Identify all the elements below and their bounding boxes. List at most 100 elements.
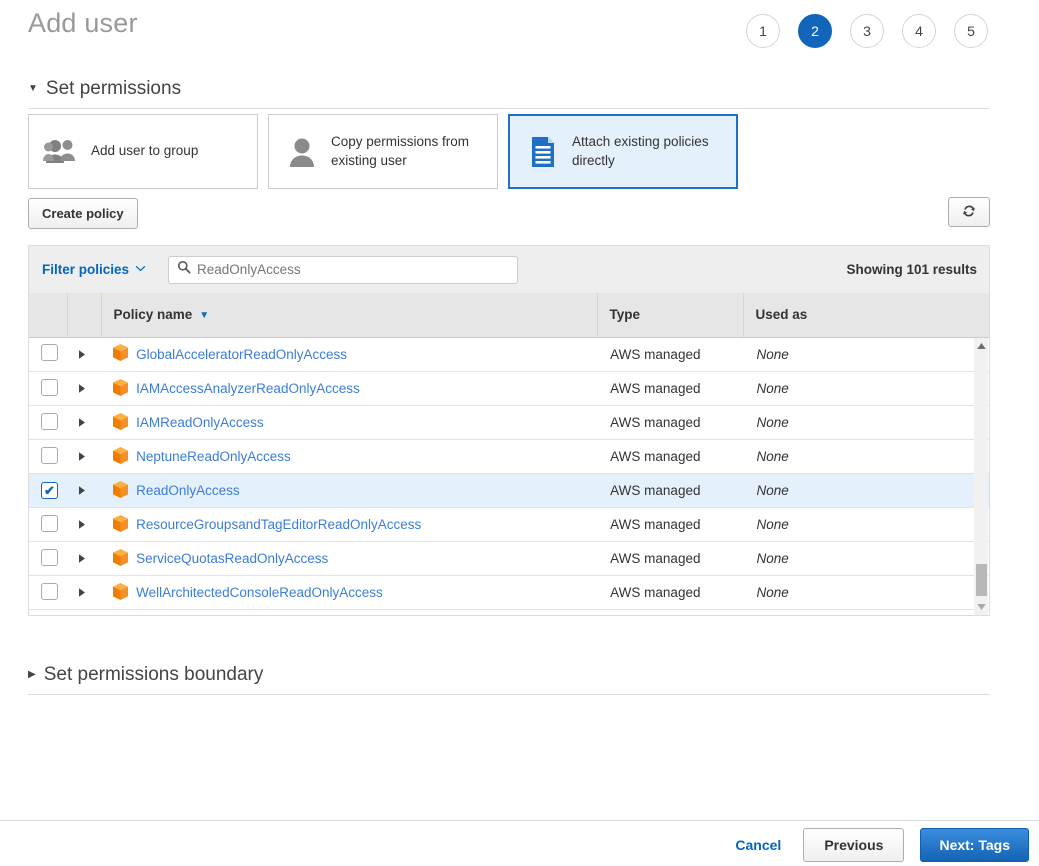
row-expand-cell[interactable] — [67, 337, 102, 372]
row-checkbox-cell[interactable] — [29, 337, 68, 372]
policies-table: Policy name ▼ Type Used as GlobalAccelera… — [28, 293, 990, 616]
row-type-cell: AWS managed — [598, 371, 745, 406]
set-permissions-section-header[interactable]: ▼ Set permissions — [28, 78, 990, 109]
chevron-right-icon[interactable] — [79, 588, 86, 600]
row-expand-cell[interactable] — [67, 439, 102, 474]
step-5[interactable]: 5 — [954, 14, 988, 48]
row-checkbox-cell[interactable] — [29, 371, 68, 406]
row-checkbox-cell[interactable] — [29, 575, 68, 610]
step-4[interactable]: 4 — [902, 14, 936, 48]
option-label: Copy permissions from existing user — [331, 134, 470, 168]
filter-policies-label: Filter policies — [42, 262, 130, 277]
row-checkbox[interactable] — [41, 344, 58, 362]
policy-name-link[interactable]: WellArchitectedConsoleReadOnlyAccess — [136, 585, 383, 600]
policy-name-link[interactable]: ServiceQuotasReadOnlyAccess — [136, 551, 328, 566]
policies-rows-viewport: GlobalAcceleratorReadOnlyAccess AWS manag… — [29, 337, 989, 615]
step-indicator: 1 2 3 4 5 — [746, 14, 988, 48]
row-policy-name-cell: ResourceGroupsandTagEditorReadOnlyAccess — [101, 507, 599, 542]
table-row[interactable]: IAMReadOnlyAccess AWS managed None — [29, 405, 989, 440]
refresh-button[interactable] — [948, 197, 990, 227]
row-checkbox-cell[interactable] — [29, 405, 68, 440]
policy-name-link[interactable]: NeptuneReadOnlyAccess — [136, 449, 291, 464]
step-1[interactable]: 1 — [746, 14, 780, 48]
row-expand-cell[interactable] — [67, 371, 102, 406]
policy-name-link[interactable]: IAMAccessAnalyzerReadOnlyAccess — [136, 381, 360, 396]
row-policy-name-cell: IAMAccessAnalyzerReadOnlyAccess — [101, 371, 599, 406]
search-policies-wrapper[interactable] — [168, 255, 519, 284]
table-row[interactable]: IAMAccessAnalyzerReadOnlyAccess AWS manag… — [29, 371, 989, 406]
permission-options: Add user to group Copy permissions from … — [28, 114, 738, 189]
policy-name-link[interactable]: ResourceGroupsandTagEditorReadOnlyAccess — [136, 517, 421, 532]
chevron-right-icon[interactable] — [79, 384, 86, 396]
column-header-type[interactable]: Type — [597, 293, 744, 338]
scrollbar-thumb[interactable] — [976, 563, 987, 596]
create-policy-button[interactable]: Create policy — [28, 198, 138, 229]
policy-name-link[interactable]: ReadOnlyAccess — [136, 483, 240, 498]
option-add-user-to-group[interactable]: Add user to group — [28, 114, 258, 189]
option-copy-permissions[interactable]: Copy permissions from existing user — [268, 114, 498, 189]
option-attach-existing-policies[interactable]: Attach existing policies directly — [508, 114, 738, 189]
chevron-right-icon[interactable] — [79, 349, 86, 362]
row-checkbox[interactable] — [41, 412, 58, 430]
row-type-cell: AWS managed — [598, 439, 745, 474]
row-checkbox[interactable] — [41, 548, 58, 566]
row-checkbox-cell[interactable] — [29, 507, 68, 542]
chevron-right-icon[interactable] — [79, 486, 86, 498]
next-tags-button[interactable]: Next: Tags — [920, 828, 1029, 862]
column-header-select-all[interactable] — [29, 293, 68, 338]
policy-cube-icon — [113, 548, 129, 569]
table-row[interactable]: ✔ ReadOnlyAccess AWS managed None — [29, 473, 989, 508]
step-2[interactable]: 2 — [798, 14, 832, 48]
cancel-button[interactable]: Cancel — [729, 836, 787, 854]
users-group-icon — [43, 135, 81, 169]
table-row[interactable]: NeptuneReadOnlyAccess AWS managed None — [29, 439, 989, 474]
chevron-right-icon[interactable] — [79, 452, 86, 464]
chevron-right-icon[interactable] — [79, 554, 86, 566]
row-checkbox[interactable] — [41, 582, 58, 600]
policy-cube-icon — [113, 480, 129, 501]
table-row[interactable]: ResourceGroupsandTagEditorReadOnlyAccess… — [29, 507, 989, 542]
row-used-as-cell: None — [744, 337, 989, 372]
row-expand-cell[interactable] — [67, 405, 102, 440]
table-row[interactable]: ServiceQuotasReadOnlyAccess AWS managed No… — [29, 541, 989, 576]
row-expand-cell[interactable] — [67, 473, 102, 508]
document-policy-icon — [524, 135, 562, 169]
row-used-as-cell: None — [744, 473, 989, 508]
row-checkbox[interactable] — [41, 446, 58, 464]
row-used-as-cell: None — [744, 575, 989, 610]
previous-button[interactable]: Previous — [803, 828, 905, 862]
scroll-down-arrow-icon[interactable] — [974, 600, 988, 614]
row-expand-cell[interactable] — [67, 507, 102, 542]
row-policy-name-cell: ServiceQuotasReadOnlyAccess — [101, 541, 599, 576]
row-expand-cell[interactable] — [67, 541, 102, 576]
policy-name-link[interactable]: GlobalAcceleratorReadOnlyAccess — [136, 347, 347, 362]
chevron-right-icon[interactable] — [79, 520, 86, 532]
row-checkbox[interactable] — [41, 378, 58, 396]
user-icon — [283, 135, 321, 169]
column-header-policy-name[interactable]: Policy name ▼ — [101, 293, 598, 338]
table-row[interactable]: WellArchitectedConsoleReadOnlyAccess AWS … — [29, 575, 989, 610]
row-type-cell: AWS managed — [598, 337, 745, 372]
step-3[interactable]: 3 — [850, 14, 884, 48]
table-scrollbar[interactable] — [974, 337, 988, 615]
row-checkbox[interactable] — [41, 514, 58, 532]
policy-name-link[interactable]: IAMReadOnlyAccess — [136, 415, 264, 430]
column-label: Policy name — [113, 307, 193, 323]
row-checkbox[interactable]: ✔ — [41, 482, 58, 499]
row-checkbox-cell[interactable] — [29, 439, 68, 474]
filter-bar: Filter policies Showing 101 results — [28, 245, 990, 293]
row-checkbox-cell[interactable] — [29, 541, 68, 576]
scroll-up-arrow-icon[interactable] — [974, 339, 988, 353]
refresh-icon — [961, 203, 977, 222]
row-expand-cell[interactable] — [67, 575, 102, 610]
set-permissions-boundary-section-header[interactable]: ▶ Set permissions boundary — [28, 664, 990, 695]
search-input[interactable] — [197, 262, 518, 277]
column-header-used-as[interactable]: Used as — [743, 293, 989, 338]
row-checkbox-cell[interactable]: ✔ — [29, 473, 68, 508]
table-row[interactable]: GlobalAcceleratorReadOnlyAccess AWS manag… — [29, 337, 989, 372]
filter-policies-dropdown[interactable]: Filter policies — [42, 262, 146, 277]
policy-cube-icon — [113, 582, 129, 603]
chevron-right-icon[interactable] — [79, 418, 86, 430]
row-policy-name-cell: IAMReadOnlyAccess — [101, 405, 599, 440]
chevron-down-icon — [135, 264, 146, 275]
